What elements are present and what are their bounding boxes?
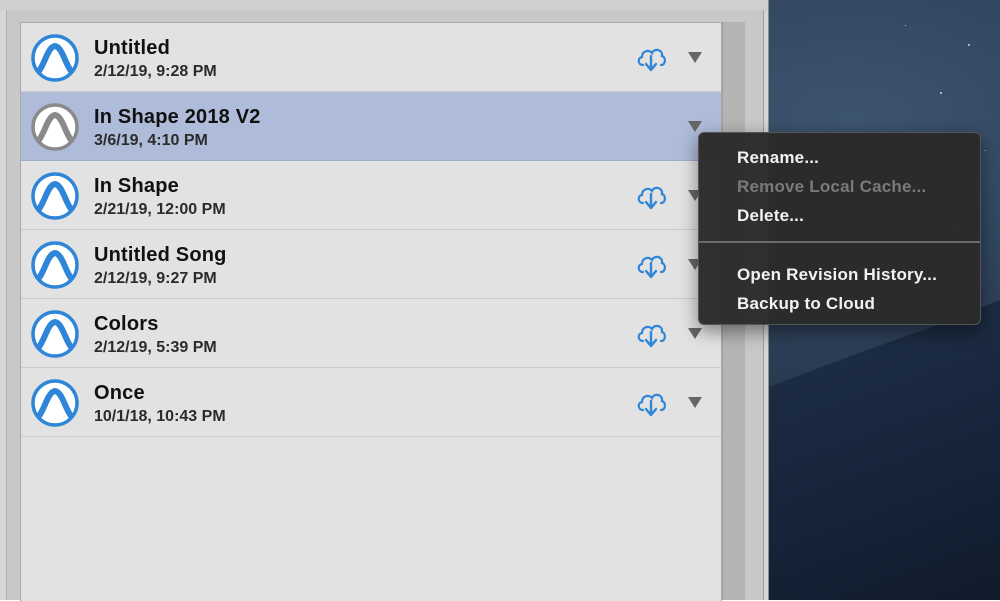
cloud-download-icon[interactable] <box>635 250 667 280</box>
context-menu: Rename... Remove Local Cache... Delete..… <box>698 132 981 325</box>
project-date: 2/21/19, 12:00 PM <box>94 201 226 218</box>
project-list: Untitled 2/12/19, 9:28 PM In Shape 2018 … <box>20 22 722 601</box>
menu-item-open-revision-history[interactable]: Open Revision History... <box>699 260 980 289</box>
menu-item-remove-local-cache: Remove Local Cache... <box>737 177 927 196</box>
project-browser-window: Untitled 2/12/19, 9:28 PM In Shape 2018 … <box>0 0 769 601</box>
project-title: Untitled <box>94 37 171 59</box>
project-row[interactable]: Untitled Song 2/12/19, 9:27 PM <box>21 230 721 299</box>
project-title: Once <box>94 382 145 404</box>
cloud-download-icon[interactable] <box>635 319 667 349</box>
project-row[interactable]: In Shape 2018 V2 3/6/19, 4:10 PM <box>21 92 721 161</box>
project-title: Untitled Song <box>94 244 227 266</box>
project-title: Colors <box>94 313 159 335</box>
menu-separator <box>699 241 980 243</box>
star <box>985 150 986 151</box>
star <box>905 25 906 26</box>
app-logo-icon <box>31 379 79 427</box>
project-row[interactable]: Untitled 2/12/19, 9:28 PM <box>21 23 721 92</box>
chevron-down-icon[interactable] <box>688 121 702 132</box>
window-topbar <box>0 0 768 10</box>
project-date: 10/1/18, 10:43 PM <box>94 408 226 425</box>
menu-item-rename[interactable]: Rename... <box>699 143 980 172</box>
cloud-download-icon[interactable] <box>635 388 667 418</box>
app-logo-icon <box>31 34 79 82</box>
chevron-down-icon[interactable] <box>688 328 702 339</box>
project-row[interactable]: Colors 2/12/19, 5:39 PM <box>21 299 721 368</box>
star <box>968 44 970 46</box>
cloud-download-icon[interactable] <box>635 181 667 211</box>
app-logo-icon <box>31 241 79 289</box>
app-logo-icon <box>31 172 79 220</box>
cloud-download-icon[interactable] <box>635 43 667 73</box>
project-date: 2/12/19, 5:39 PM <box>94 339 217 356</box>
project-row[interactable]: Once 10/1/18, 10:43 PM <box>21 368 721 437</box>
mountain-silhouette <box>760 300 1000 600</box>
menu-item-delete[interactable]: Delete... <box>699 201 980 230</box>
project-title: In Shape <box>94 175 179 197</box>
project-date: 3/6/19, 4:10 PM <box>94 132 208 149</box>
star <box>940 92 942 94</box>
app-logo-icon <box>31 103 79 151</box>
project-title: In Shape 2018 V2 <box>94 106 261 128</box>
chevron-down-icon[interactable] <box>688 397 702 408</box>
chevron-down-icon[interactable] <box>688 52 702 63</box>
project-date: 2/12/19, 9:27 PM <box>94 270 217 287</box>
project-date: 2/12/19, 9:28 PM <box>94 63 217 80</box>
menu-item-backup-to-cloud[interactable]: Backup to Cloud <box>699 289 980 318</box>
project-row[interactable]: In Shape 2/21/19, 12:00 PM <box>21 161 721 230</box>
app-logo-icon <box>31 310 79 358</box>
